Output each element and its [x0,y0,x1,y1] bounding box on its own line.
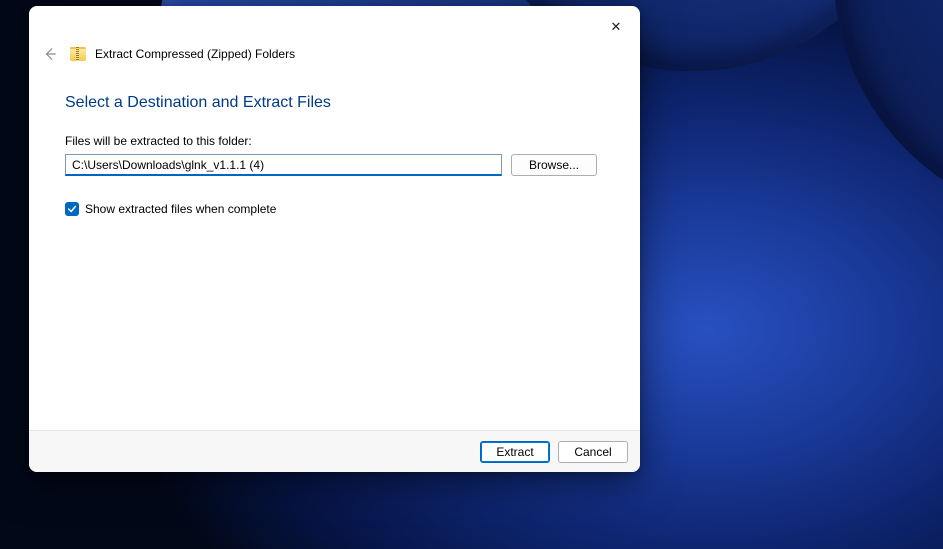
close-icon: ✕ [611,20,622,33]
extract-button[interactable]: Extract [480,441,550,463]
close-button[interactable]: ✕ [598,12,634,40]
dialog-header: Extract Compressed (Zipped) Folders [29,42,640,66]
browse-button[interactable]: Browse... [511,154,597,176]
show-files-checkbox[interactable] [65,202,79,216]
dialog-title: Extract Compressed (Zipped) Folders [95,47,295,61]
instruction-heading: Select a Destination and Extract Files [65,94,604,112]
zip-folder-icon [70,47,86,61]
dialog-footer: Extract Cancel [29,430,640,472]
cancel-button[interactable]: Cancel [558,441,628,463]
destination-path-input[interactable] [65,154,502,176]
dialog-content: Select a Destination and Extract Files F… [29,66,640,430]
titlebar: ✕ [29,6,640,44]
extract-zip-dialog: ✕ Extract Compressed (Zipped) Folders Se… [29,6,640,472]
path-field-label: Files will be extracted to this folder: [65,134,604,148]
back-arrow-icon [43,47,57,61]
show-files-checkbox-label: Show extracted files when complete [85,202,276,216]
checkmark-icon [67,204,77,214]
back-button[interactable] [39,43,61,65]
